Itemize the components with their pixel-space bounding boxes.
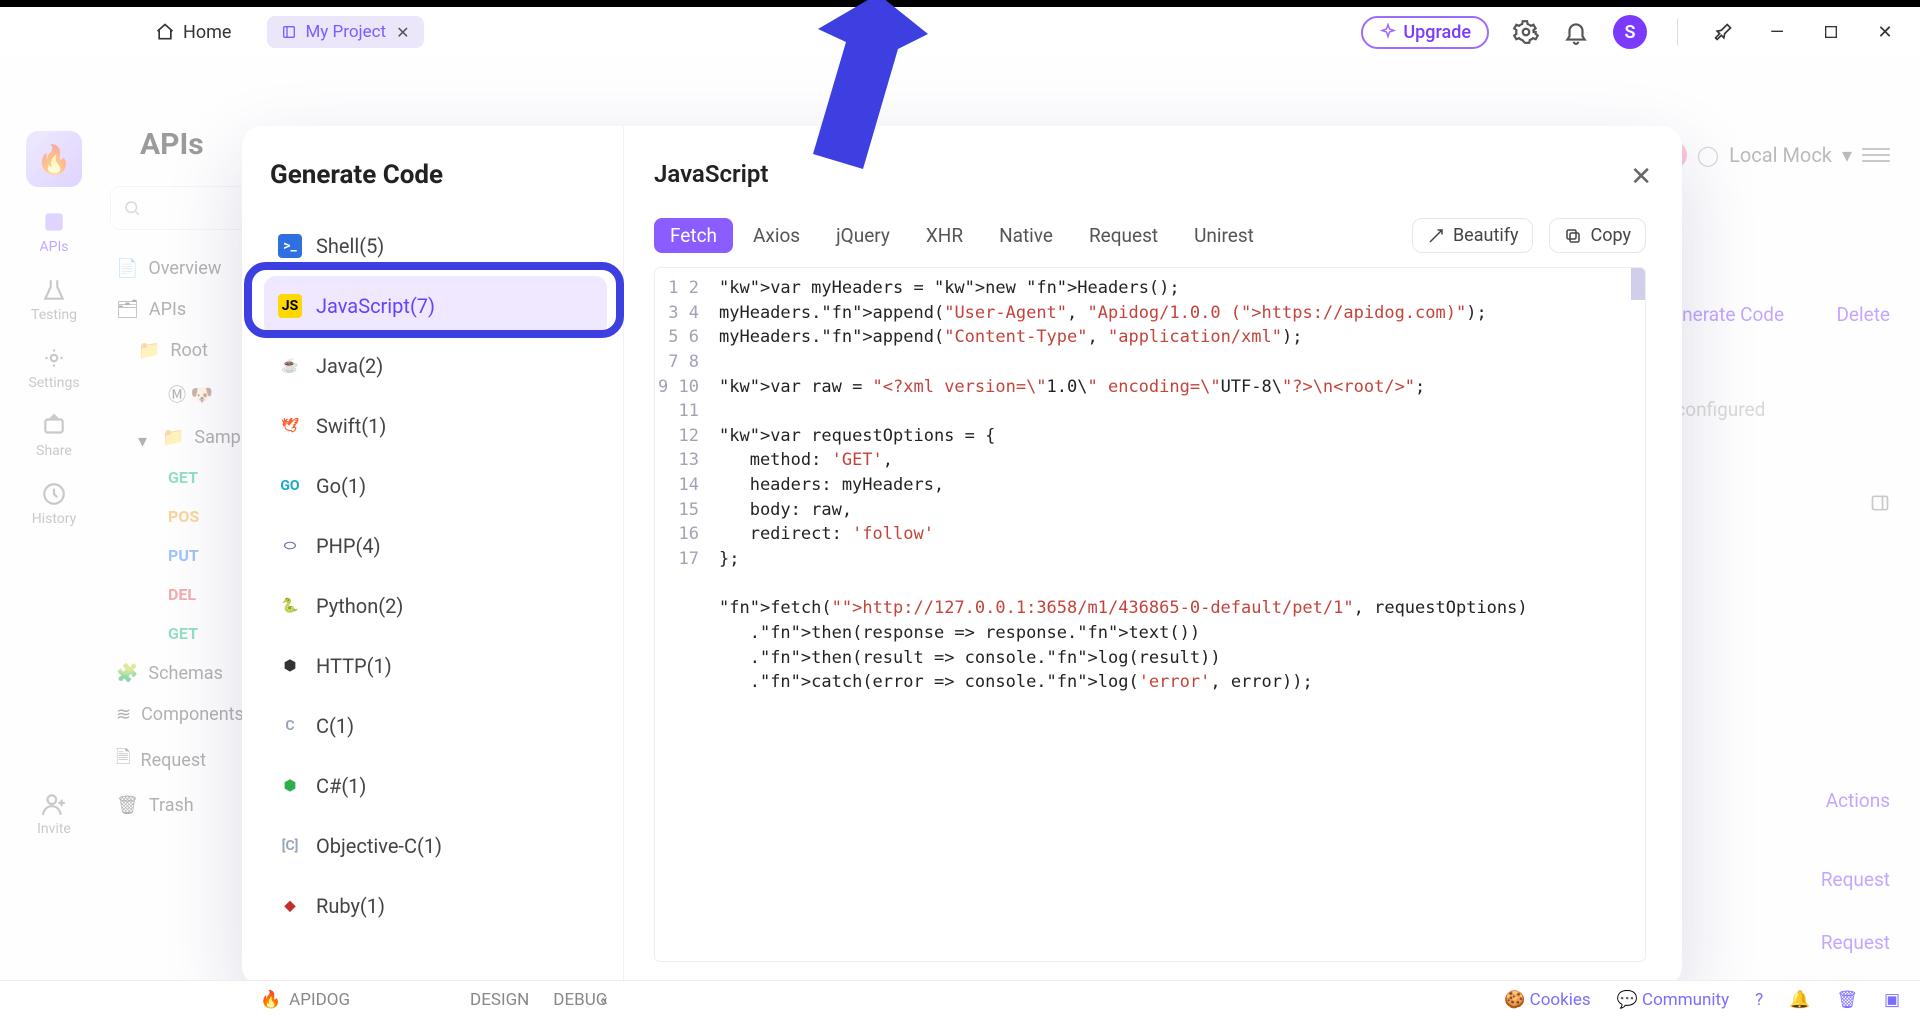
beautify-label: Beautify (1453, 225, 1519, 246)
variant-fetch[interactable]: Fetch (654, 218, 733, 253)
code-panel: JavaScript ✕ FetchAxiosjQueryXHRNativeRe… (624, 126, 1682, 986)
variant-jquery[interactable]: jQuery (820, 218, 906, 253)
ruby-icon: ◆ (278, 894, 302, 918)
copy-icon (1564, 227, 1582, 245)
variant-request[interactable]: Request (1073, 218, 1174, 253)
lang-label: Ruby(1) (316, 894, 385, 918)
variant-xhr[interactable]: XHR (910, 218, 979, 253)
help-icon[interactable]: ? (1755, 990, 1763, 1010)
trash-footer-icon[interactable]: 🗑 (1836, 990, 1858, 1010)
lang-label: JavaScript(7) (316, 294, 435, 318)
annotation-arrow (758, 0, 928, 194)
lang-label: C(1) (316, 714, 354, 738)
beautify-button[interactable]: Beautify (1412, 218, 1534, 253)
lang-item-javascript[interactable]: JS JavaScript(7) (264, 276, 607, 336)
bell-footer-icon[interactable]: 🔔 (1789, 990, 1810, 1010)
variant-unirest[interactable]: Unirest (1178, 218, 1270, 253)
home-label: Home (183, 22, 231, 43)
sparkle-icon (1379, 23, 1397, 41)
close-window-icon[interactable]: ✕ (1870, 17, 1900, 47)
terminal-icon[interactable]: ▣ (1884, 990, 1900, 1010)
swift-icon: 🕊 (278, 414, 302, 438)
code-body[interactable]: "kw">var myHeaders = "kw">new "fn">Heade… (655, 268, 1645, 703)
lang-item-c[interactable]: C C(1) (264, 696, 607, 756)
generate-code-modal: Generate Code >_ Shell(5) JS JavaScript(7) ☕… (242, 126, 1682, 986)
lang-label: Java(2) (316, 354, 383, 378)
java-icon: ☕ (278, 354, 302, 378)
lang-label: Shell(5) (316, 234, 384, 258)
lang-label: PHP(4) (316, 534, 381, 558)
minimize-icon[interactable]: — (1762, 17, 1792, 47)
mode-design[interactable]: DESIGN (470, 990, 529, 1010)
maximize-icon[interactable] (1816, 17, 1846, 47)
csharp-icon: ⬢ (278, 774, 302, 798)
http-icon: ⬢ (278, 654, 302, 678)
bell-icon[interactable] (1563, 19, 1589, 45)
project-tab-label: My Project (305, 22, 386, 42)
lang-label: Swift(1) (316, 414, 386, 438)
upgrade-button[interactable]: Upgrade (1361, 16, 1489, 49)
lang-item-ruby[interactable]: ◆ Ruby(1) (264, 876, 607, 936)
close-tab-icon[interactable]: ✕ (396, 23, 409, 42)
wand-icon (1427, 227, 1445, 245)
shell-icon: >_ (278, 234, 302, 258)
lang-item-http[interactable]: ⬢ HTTP(1) (264, 636, 607, 696)
lang-item-java[interactable]: ☕ Java(2) (264, 336, 607, 396)
lang-label: C#(1) (316, 774, 366, 798)
upgrade-label: Upgrade (1403, 22, 1471, 43)
php-icon: ⬭ (278, 534, 302, 558)
lang-item-swift[interactable]: 🕊 Swift(1) (264, 396, 607, 456)
language-list[interactable]: >_ Shell(5) JS JavaScript(7) ☕ Java(2) 🕊 Swift(… (264, 216, 611, 960)
home-button[interactable]: Home (155, 22, 231, 43)
lang-label: Go(1) (316, 474, 366, 498)
lang-item-php[interactable]: ⬭ PHP(4) (264, 516, 607, 576)
lang-item-python[interactable]: 🐍 Python(2) (264, 576, 607, 636)
lang-label: Objective-C(1) (316, 834, 442, 858)
variant-axios[interactable]: Axios (737, 218, 816, 253)
variant-native[interactable]: Native (983, 218, 1069, 253)
cookies-link[interactable]: 🍪 Cookies (1504, 990, 1590, 1010)
code-minimap (1631, 268, 1645, 428)
brand-footer: 🔥 APIDOG (260, 990, 350, 1010)
project-icon (281, 24, 297, 40)
home-icon (155, 22, 175, 42)
community-link[interactable]: 💬 Community (1617, 990, 1729, 1010)
lang-item-csharp[interactable]: ⬢ C#(1) (264, 756, 607, 816)
objc-icon: [C] (278, 834, 302, 858)
copy-button[interactable]: Copy (1549, 218, 1646, 253)
project-tab[interactable]: My Project ✕ (267, 16, 423, 48)
avatar-initial: S (1625, 22, 1636, 43)
lang-item-shell[interactable]: >_ Shell(5) (264, 216, 607, 276)
go-icon: GO (278, 474, 302, 498)
copy-label: Copy (1590, 225, 1631, 246)
avatar[interactable]: S (1613, 15, 1647, 49)
lang-label: Python(2) (316, 594, 403, 618)
lang-label: HTTP(1) (316, 654, 392, 678)
top-toolbar: Home My Project ✕ Upgrade S — ✕ (0, 7, 1920, 57)
gear-icon[interactable] (1513, 19, 1539, 45)
close-modal-icon[interactable]: ✕ (1630, 162, 1652, 192)
python-icon: 🐍 (278, 594, 302, 618)
c-icon: C (278, 714, 302, 738)
status-bar: « 🔥 APIDOG DESIGN DEBUG 🍪 Cookies 💬 Comm… (0, 980, 1920, 1018)
language-panel: Generate Code >_ Shell(5) JS JavaScript(7) ☕… (242, 126, 624, 986)
code-block[interactable]: 1 2 3 4 5 6 7 8 9 10 11 12 13 14 15 16 1… (654, 267, 1646, 962)
modal-title: Generate Code (270, 160, 611, 190)
line-gutter: 1 2 3 4 5 6 7 8 9 10 11 12 13 14 15 16 1… (655, 268, 709, 580)
variant-tabs: FetchAxiosjQueryXHRNativeRequestUnirest … (654, 218, 1646, 253)
lang-item-go[interactable]: GO Go(1) (264, 456, 607, 516)
collapse-sidebar-icon[interactable]: « (600, 990, 608, 1010)
lang-item-objc[interactable]: [C] Objective-C(1) (264, 816, 607, 876)
javascript-icon: JS (278, 294, 302, 318)
pin-icon[interactable] (1708, 17, 1738, 47)
